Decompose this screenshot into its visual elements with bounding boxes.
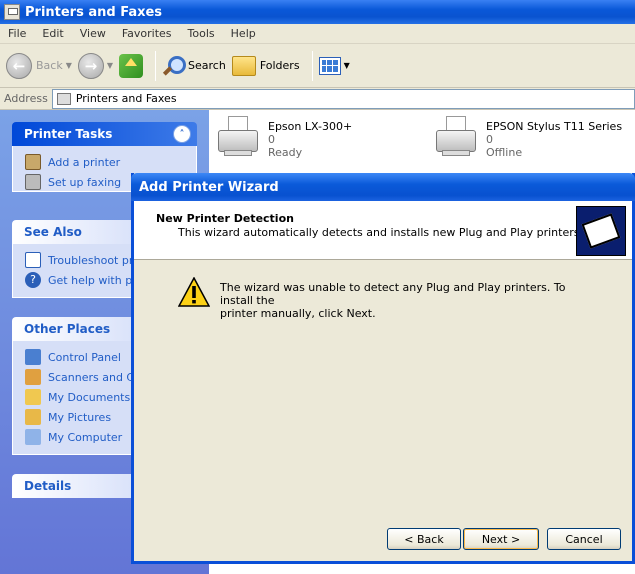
wizard-header: New Printer Detection This wizard automa… [134,201,632,260]
printer-folder-icon [56,92,71,105]
wizard-printer-icon [576,206,626,256]
add-printer-icon [25,154,41,170]
set-up-faxing-label: Set up faxing [48,175,122,189]
toolbar-separator [155,50,157,81]
menu-file[interactable]: File [0,27,34,40]
my-pictures-label: My Pictures [48,410,112,424]
wizard-title-bar[interactable]: Add Printer Wizard [131,173,635,201]
forward-button[interactable]: → ▼ [77,52,113,79]
address-label: Address [4,92,48,105]
printer-item[interactable]: EPSON Stylus T11 Series 0 Offline [434,116,622,160]
printer-status: Offline [486,146,523,159]
up-folder-button[interactable] [119,53,144,78]
help-question-icon: ? [25,272,41,288]
folder-icon [231,55,256,76]
control-panel-label: Control Panel [48,350,121,364]
cancel-button[interactable]: Cancel [547,528,621,550]
back-dropdown-icon[interactable]: ▼ [66,61,72,70]
forward-arrow-icon: → [77,52,104,79]
menu-tools[interactable]: Tools [180,27,223,40]
wizard-message: The wizard was unable to detect any Plug… [220,281,580,320]
search-label: Search [188,59,226,72]
menu-edit[interactable]: Edit [34,27,71,40]
wizard-title: Add Printer Wizard [139,179,279,195]
fax-icon [25,174,41,190]
printer-tasks-header[interactable]: Printer Tasks ˄ [12,122,197,146]
menu-bar: File Edit View Favorites Tools Help [0,24,635,44]
warning-icon [178,277,210,307]
add-printer-link[interactable]: Add a printer [25,152,196,172]
views-button[interactable]: ▼ [318,56,350,75]
wizard-description: This wizard automatically detects and in… [178,226,583,239]
printers-folder-icon [4,4,20,20]
wizard-message-line: The wizard was unable to detect any Plug… [220,281,566,307]
back-button[interactable]: < Back [387,528,461,550]
toolbar-separator [311,50,313,81]
my-documents-label: My Documents [48,390,131,404]
address-bar: Address Printers and Faxes [0,88,635,110]
next-button[interactable]: Next > [463,528,539,550]
up-folder-icon [119,53,144,78]
printer-name: EPSON Stylus T11 Series [486,120,623,133]
details-title: Details [24,479,72,493]
printer-item[interactable]: Epson LX-300+ 0 Ready [216,116,352,160]
my-documents-icon [25,389,41,405]
back-button[interactable]: ← Back ▼ [6,52,72,79]
back-label: Back [36,59,63,72]
add-printer-label: Add a printer [48,155,121,169]
printer-doc-count: 0 [268,133,275,146]
window-title-bar[interactable]: Printers and Faxes [0,0,635,24]
folders-button[interactable]: Folders [231,55,300,76]
menu-view[interactable]: View [72,27,114,40]
wizard-message-line: printer manually, click Next. [220,307,376,320]
help-book-icon [25,252,41,268]
address-value: Printers and Faxes [75,92,177,105]
address-input[interactable]: Printers and Faxes [51,88,635,109]
folders-label: Folders [259,59,300,72]
window-title: Printers and Faxes [25,4,163,20]
menu-help[interactable]: Help [223,27,264,40]
my-computer-icon [25,429,41,445]
menu-favorites[interactable]: Favorites [114,27,180,40]
scanner-camera-icon [25,369,41,385]
printer-icon [216,116,260,160]
my-pictures-icon [25,409,41,425]
toolbar: ← Back ▼ → ▼ Search Folders ▼ [0,44,635,88]
printer-name: Epson LX-300+ [268,120,353,133]
search-button[interactable]: Search [162,55,226,77]
add-printer-wizard-dialog: Add Printer Wizard New Printer Detection… [131,173,635,564]
printer-doc-count: 0 [486,133,493,146]
printer-icon [434,116,478,160]
views-dropdown-icon: ▼ [343,61,350,70]
my-computer-label: My Computer [48,430,123,444]
search-icon [162,55,187,77]
printer-tasks-title: Printer Tasks [24,127,113,141]
wizard-heading: New Printer Detection [156,212,294,225]
back-arrow-icon: ← [6,52,32,79]
other-places-title: Other Places [24,322,111,336]
control-panel-icon [25,349,41,365]
printer-status: Ready [268,146,303,159]
collapse-icon[interactable]: ˄ [173,125,191,143]
forward-dropdown-icon[interactable]: ▼ [107,61,113,70]
see-also-title: See Also [24,225,82,239]
views-icon [318,56,341,75]
